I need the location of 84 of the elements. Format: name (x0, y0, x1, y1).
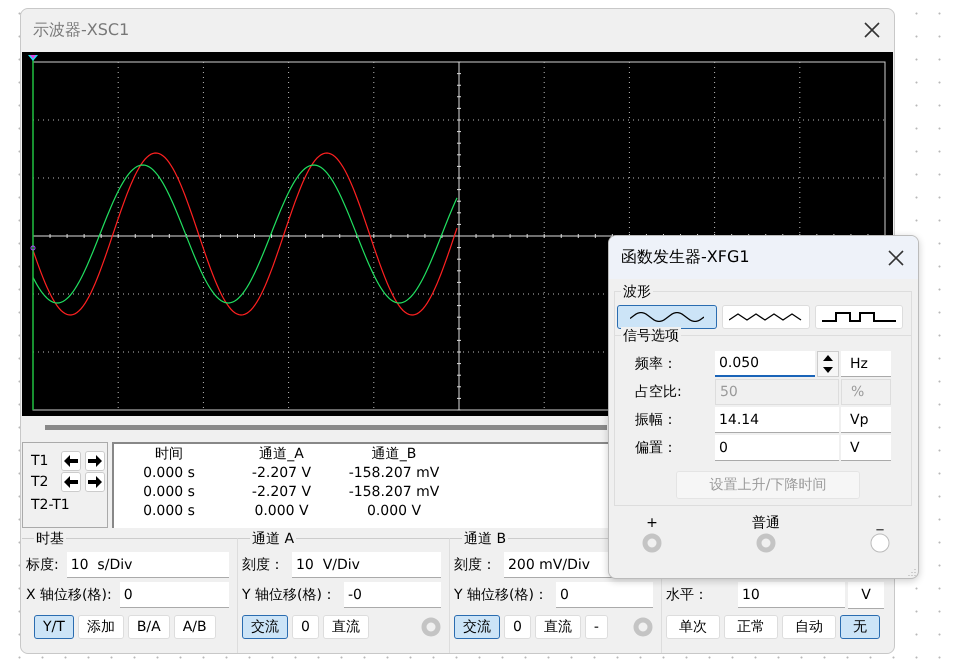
terminal-icon (633, 617, 653, 637)
unit-label: V (841, 435, 891, 461)
input-field[interactable]: 0 (715, 435, 839, 461)
field-label: 刻度： (242, 556, 284, 574)
close-icon[interactable] (864, 22, 880, 38)
input-field[interactable]: -0 (344, 582, 441, 608)
channel-marker-icon (30, 246, 36, 250)
field-label: 振幅： (634, 411, 678, 429)
right-arrow-icon (88, 455, 102, 467)
unit-label: % (841, 379, 891, 405)
right-arrow-button[interactable] (85, 472, 105, 492)
cursor-label: T1 (31, 453, 50, 469)
unit-label: V (848, 582, 884, 608)
input-field[interactable]: 10 V/Div (292, 552, 441, 578)
group-title: 时基 (34, 530, 66, 548)
terminal-label: _ (876, 514, 884, 532)
readout-value: -158.207 mV (348, 483, 440, 502)
cursor-label: T2 (31, 474, 50, 490)
unit-label: Hz (841, 351, 891, 377)
toggle-button[interactable]: 添加 (78, 615, 124, 639)
unit-label: Vp (841, 407, 891, 433)
terminal-label: + (646, 514, 658, 532)
toggle-button[interactable]: 正常 (724, 615, 778, 639)
field-label: 水平： (666, 586, 708, 604)
waveform-button[interactable] (617, 305, 717, 329)
sine-wave-icon (630, 311, 704, 323)
terminal-label: 普通 (752, 514, 780, 532)
readout-value: 0.000 V (253, 502, 310, 521)
field-label: 偏置： (634, 439, 678, 457)
spin-button[interactable] (817, 351, 839, 377)
toggle-button[interactable]: 自动 (782, 615, 836, 639)
column-header: 时间 (154, 445, 184, 464)
toggle-button[interactable]: 0 (504, 615, 531, 639)
toggle-button[interactable]: A/B (174, 615, 216, 639)
field-label: Y 轴位移(格)： (454, 586, 548, 604)
input-field[interactable]: 0 (556, 582, 653, 608)
input-field[interactable]: 14.14 (715, 407, 839, 433)
close-icon[interactable] (888, 250, 904, 266)
readout-value: -2.207 V (250, 483, 312, 502)
column-header: 通道_A (258, 445, 305, 464)
left-arrow-button[interactable] (61, 472, 81, 492)
readout-value: -158.207 mV (348, 464, 440, 483)
left-arrow-icon (64, 476, 78, 488)
toggle-button[interactable]: B/A (128, 615, 170, 639)
toggle-button[interactable]: 直流 (534, 615, 581, 639)
window-title: 函数发生器-XFG1 (621, 247, 750, 268)
scroll-bar[interactable] (45, 425, 607, 430)
toggle-button[interactable]: 交流 (242, 615, 288, 639)
cursor-label: T2-T1 (31, 497, 71, 513)
toggle-button[interactable]: 0 (292, 615, 319, 639)
input-field[interactable]: 10 s/Div (66, 552, 229, 578)
right-arrow-icon (88, 476, 102, 488)
readout-value: -2.207 V (250, 464, 312, 483)
toggle-button[interactable]: 交流 (454, 615, 500, 639)
field-label: 频率： (634, 355, 678, 373)
toggle-button[interactable]: 直流 (322, 615, 369, 639)
resize-grip-icon (908, 568, 916, 576)
field-label: 刻度： (454, 556, 496, 574)
group-title: 信号选项 (621, 327, 681, 345)
cursor-marker-icon (28, 55, 38, 61)
terminal-icon (421, 617, 441, 637)
field-label: X 轴位移(格): (26, 586, 112, 604)
toggle-button[interactable]: 单次 (666, 615, 720, 639)
toggle-button[interactable]: - (584, 615, 608, 639)
left-arrow-button[interactable] (61, 451, 81, 471)
square-wave-icon (822, 311, 896, 323)
readout-value: 0.000 s (142, 464, 196, 483)
input-field[interactable]: 0.050 (715, 351, 815, 377)
right-arrow-button[interactable] (85, 451, 105, 471)
column-header: 通道_B (370, 445, 418, 464)
group-title: 波形 (621, 283, 653, 301)
input-field[interactable]: 0 (120, 582, 229, 608)
left-arrow-icon (64, 455, 78, 467)
field-label: 标度: (26, 556, 59, 574)
triangle-wave-icon (729, 311, 803, 323)
field-label: 占空比: (634, 383, 683, 401)
readout-value: 0.000 s (142, 483, 196, 502)
toggle-button[interactable]: 无 (840, 615, 880, 639)
input-field[interactable]: 10 (738, 582, 845, 608)
window-title: 示波器-XSC1 (33, 20, 130, 40)
readout-value: 0.000 V (366, 502, 422, 521)
readout-value: 0.000 s (142, 502, 196, 521)
field-label: Y 轴位移(格)： (242, 586, 336, 604)
toggle-button[interactable]: Y/T (34, 615, 74, 639)
